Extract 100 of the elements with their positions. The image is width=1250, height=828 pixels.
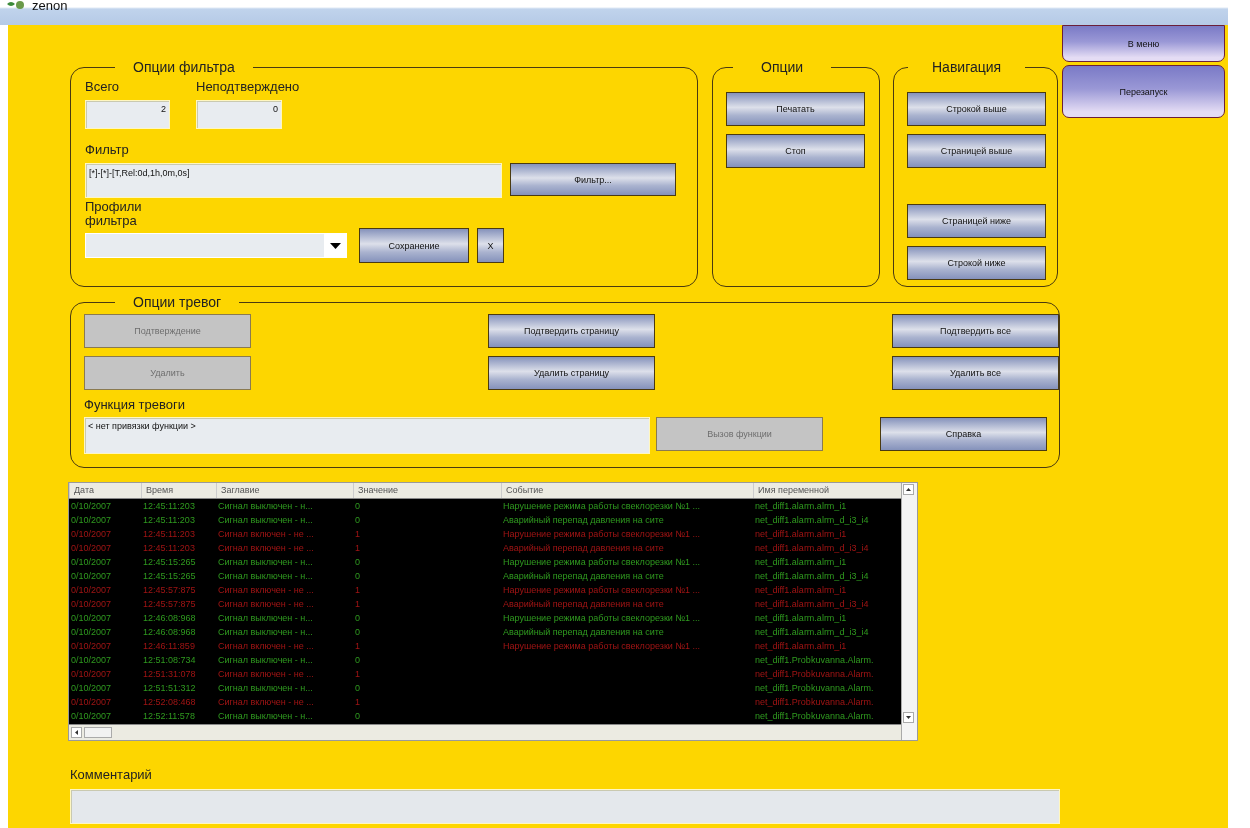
table-cell-text: Аварийный перепад давления на сите <box>502 626 665 639</box>
table-cell-text: 0 <box>354 626 361 639</box>
table-cell-text: Нарушение режима работы свеклорезки №1 ... <box>502 500 701 513</box>
table-cell-text: 0/10/2007 <box>70 654 113 667</box>
column-header[interactable]: Событие <box>501 483 753 498</box>
table-cell-text: Сигнал включен - не ... <box>217 542 315 555</box>
column-header[interactable]: Дата <box>69 483 141 498</box>
group-title: Опции тревог <box>132 294 223 310</box>
table-cell-text: 12:46:11:859 <box>142 640 196 653</box>
scroll-down-icon[interactable] <box>903 712 914 723</box>
save-button[interactable]: Сохранение <box>359 228 469 263</box>
table-cell-text: 12:45:15:265 <box>142 570 197 583</box>
column-header[interactable]: Значение <box>353 483 501 498</box>
navigation-button[interactable]: Строкой ниже <box>907 246 1046 280</box>
menu-button[interactable]: В меню <box>1062 25 1225 62</box>
table-cell-text: 12:45:11:203 <box>142 542 196 555</box>
table-cell-text: Аварийный перепад давления на сите <box>502 542 665 555</box>
table-cell-text: net_diff1.Probkuvanna.Alarm. <box>754 654 875 667</box>
table-cell-text: net_diff1.alarm.alrm_d_i3_i4 <box>754 626 870 639</box>
scroll-thumb[interactable] <box>84 727 112 738</box>
table-cell-text: net_diff1.alarm.alrm_i1 <box>754 556 848 569</box>
dropdown-arrow-icon <box>329 242 341 249</box>
table-cell-text: 1 <box>354 528 361 541</box>
table-cell-text: net_diff1.alarm.alrm_i1 <box>754 584 848 597</box>
table-cell-text: 0/10/2007 <box>70 542 113 555</box>
table-cell-text: 12:51:31:078 <box>142 668 197 681</box>
table-cell-text: 0 <box>354 710 361 723</box>
table-cell-text: 0 <box>354 570 361 583</box>
table-cell-text: 0/10/2007 <box>70 584 113 597</box>
filter-field[interactable]: [*]-[*]-[T,Rel:0d,1h,0m,0s] <box>85 163 502 198</box>
table-cell-text: Аварийный перепад давления на сите <box>502 570 665 583</box>
table-cell-text: net_diff1.alarm.alrm_d_i3_i4 <box>754 514 870 527</box>
table-cell-text: Нарушение режима работы свеклорезки №1 ... <box>502 584 701 597</box>
table-cell-text: net_diff1.Probkuvanna.Alarm. <box>754 710 875 723</box>
group-title: Опции фильтра <box>132 59 236 75</box>
table-cell-text: 0 <box>354 612 361 625</box>
column-header[interactable]: Время <box>141 483 216 498</box>
field-label: Профили фильтра <box>85 200 143 228</box>
window-title: zenon <box>32 0 68 12</box>
option-button[interactable]: Стоп <box>726 134 865 168</box>
app-icon <box>6 0 26 10</box>
group-title: Навигация <box>931 59 1003 75</box>
table-cell-text: 0/10/2007 <box>70 710 113 723</box>
table-cell-text: net_diff1.alarm.alrm_i1 <box>754 612 848 625</box>
table-cell-text: 12:46:08:968 <box>142 612 197 625</box>
table-cell-text: 0/10/2007 <box>70 682 113 695</box>
table-cell-text: 0/10/2007 <box>70 612 113 625</box>
table-cell-text: 12:45:11:203 <box>142 500 196 513</box>
table-cell-text: 1 <box>354 696 361 709</box>
table-cell-text: net_diff1.alarm.alrm_d_i3_i4 <box>754 598 870 611</box>
navigation-button[interactable]: Строкой выше <box>907 92 1046 126</box>
table-cell-text: Сигнал выключен - н... <box>217 612 314 625</box>
table-cell-text: net_diff1.Probkuvanna.Alarm. <box>754 682 875 695</box>
table-cell-text: Сигнал выключен - н... <box>217 570 314 583</box>
table-cell-text: net_diff1.Probkuvanna.Alarm. <box>754 668 875 681</box>
function-field[interactable]: < нет привязки функции > <box>84 417 650 454</box>
help-button[interactable]: Справка <box>880 417 1047 451</box>
table-cell-text: Сигнал включен - не ... <box>217 528 315 541</box>
comment-field[interactable] <box>70 789 1060 824</box>
field-label: Функция тревоги <box>84 397 187 412</box>
table-cell-text: Сигнал выключен - н... <box>217 710 314 723</box>
filter-button[interactable]: Фильтр... <box>510 163 676 196</box>
input-field[interactable]: 0 <box>196 100 282 129</box>
alarm-action-button[interactable]: Подтвердить все <box>892 314 1059 348</box>
table-cell-text: Сигнал включен - не ... <box>217 696 315 709</box>
table-cell-text: Нарушение режима работы свеклорезки №1 ... <box>502 556 701 569</box>
table-cell-text: 1 <box>354 542 361 555</box>
table-cell-text: 0 <box>354 500 361 513</box>
alarm-action-button[interactable]: Подтвердить страницу <box>488 314 655 348</box>
vertical-scrollbar[interactable] <box>901 483 917 740</box>
table-cell-text: 1 <box>354 668 361 681</box>
navigation-button[interactable]: Страницей ниже <box>907 204 1046 238</box>
alarm-action-button[interactable]: Удалить страницу <box>488 356 655 390</box>
table-cell-text: 0 <box>354 514 361 527</box>
field-label: Фильтр <box>85 142 130 157</box>
table-cell-text: 0/10/2007 <box>70 598 113 611</box>
table-cell-text: 0 <box>354 682 361 695</box>
table-cell-text: 0/10/2007 <box>70 668 113 681</box>
option-button[interactable]: Печатать <box>726 92 865 126</box>
table-cell-text: 12:45:11:203 <box>142 514 196 527</box>
alarm-action-button[interactable]: Удалить все <box>892 356 1059 390</box>
table-cell-text: 12:45:15:265 <box>142 556 197 569</box>
table-cell-text: 0/10/2007 <box>70 626 113 639</box>
field-label: Комментарий <box>70 767 153 782</box>
restart-button[interactable]: Перезапуск <box>1062 65 1225 118</box>
table-cell-text: 0/10/2007 <box>70 640 113 653</box>
table-cell-text: net_diff1.alarm.alrm_i1 <box>754 500 848 513</box>
table-cell-text: 0/10/2007 <box>70 500 113 513</box>
navigation-button[interactable]: Страницей выше <box>907 134 1046 168</box>
horizontal-scrollbar[interactable] <box>69 724 901 740</box>
field-label: Всего <box>85 79 121 94</box>
delete-profile-button[interactable]: X <box>477 228 504 263</box>
table-cell-text: 12:46:08:968 <box>142 626 197 639</box>
table-cell-text: 0/10/2007 <box>70 696 113 709</box>
input-field[interactable]: 2 <box>85 100 170 129</box>
scroll-left-icon[interactable] <box>71 727 82 738</box>
column-header[interactable]: Заглавие <box>216 483 353 498</box>
table-cell-text: 12:45:57:875 <box>142 598 197 611</box>
table-cell-text: Нарушение режима работы свеклорезки №1 ... <box>502 612 701 625</box>
scroll-up-icon[interactable] <box>903 484 914 495</box>
